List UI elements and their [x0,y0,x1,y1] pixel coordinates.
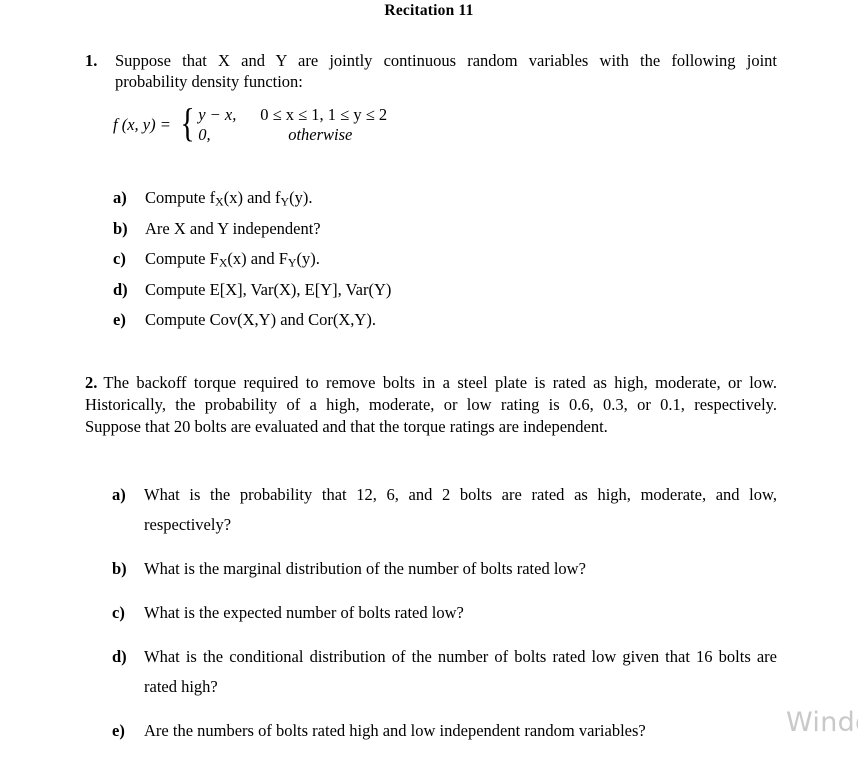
item-text-line: What is the marginal distribution of the… [144,559,586,578]
item-marker: e) [112,721,125,740]
item-subscript: Y [280,194,290,209]
list-item: b) What is the marginal distribution of … [112,554,777,584]
item-text-line: respectively? [144,515,232,534]
item-subscript: X [215,194,224,209]
list-item: e) Are the numbers of bolts rated high a… [112,716,777,746]
item-marker: e) [113,310,126,329]
formula-case-1: y − x, 0 ≤ x ≤ 1, 1 ≤ y ≤ 2 [198,105,387,125]
list-item: c) What is the expected number of bolts … [112,598,777,628]
item-marker: a) [113,188,127,207]
problem-2-paragraph-line-3: Suppose that 20 bolts are evaluated and … [85,417,608,436]
problem-2-paragraph-line-2: Historically, the probability of a high,… [85,395,777,414]
item-text-part: (x) and F [227,249,288,268]
page-title: Recitation 11 [384,2,474,19]
item-marker: c) [113,249,126,268]
item-marker: d) [113,279,128,299]
list-item: d) What is the conditional distribution … [112,642,777,702]
item-marker: d) [112,647,127,666]
item-text-line: What is the probability that 12, 6, and … [144,485,777,504]
list-item: d) Compute E[X], Var(X), E[Y], Var(Y) [113,279,793,300]
problem-1: 1. Suppose that X and Y are jointly cont… [85,50,777,92]
list-item: b) Are X and Y independent? [113,218,793,239]
problem-1-stem-line-1: Suppose that X and Y are jointly continu… [115,51,777,70]
windows-activation-watermark: Windows [786,707,858,738]
item-text-line: What is the conditional distribution of … [144,647,777,666]
problem-2-paragraph-text: The backoff torque required to remove bo… [103,373,777,392]
document-page: Recitation 11 1. Suppose that X and Y ar… [0,0,858,746]
joint-pdf-formula: f (x, y) = { y − x, 0 ≤ x ≤ 1, 1 ≤ y ≤ 2… [113,103,387,146]
item-text-line: Are the numbers of bolts rated high and … [144,721,646,740]
item-text: Are X and Y independent? [145,218,321,238]
problem-1-number: 1. [85,51,98,70]
problem-2-paragraph-line-1: 2. The backoff torque required to remove … [85,372,777,394]
item-text: Compute E[X], Var(X), E[Y], Var(Y) [145,279,392,299]
item-text: Compute Cov(X,Y) and Cor(X,Y). [145,310,376,329]
item-marker: c) [112,603,125,622]
problem-1-stem-line-2: probability density function: [115,72,303,91]
problem-2: 2. The backoff torque required to remove … [85,372,777,438]
item-marker: a) [112,485,126,504]
formula-case-1-expression: y − x, [198,104,237,124]
item-text-line: rated high? [144,677,218,696]
item-text-part: (x) and f [223,188,281,207]
item-text: Compute FX(x) and FY(y). [145,249,320,269]
formula-case-1-condition: 0 ≤ x ≤ 1, 1 ≤ y ≤ 2 [260,104,388,124]
formula-case-2-condition: otherwise [288,124,353,144]
list-item: c) Compute FX(x) and FY(y). [113,248,793,269]
list-item: e) Compute Cov(X,Y) and Cor(X,Y). [113,309,793,330]
problem-2-item-list: a) What is the probability that 12, 6, a… [112,480,777,760]
item-text-line: What is the expected number of bolts rat… [144,603,464,622]
item-marker: b) [112,559,127,578]
list-item: a) Compute fX(x) and fY(y). [113,187,793,208]
item-text-part: (y). [289,188,313,207]
item-text-part: Compute F [145,249,219,268]
item-text-part: Compute f [145,188,216,207]
formula-case-2: 0, otherwise [198,125,387,145]
list-item: a) What is the probability that 12, 6, a… [112,480,777,540]
problem-2-paragraph: 2. The backoff torque required to remove … [85,372,777,438]
item-marker: b) [113,218,128,238]
formula-cases: y − x, 0 ≤ x ≤ 1, 1 ≤ y ≤ 2 0, otherwise [198,105,387,145]
problem-1-item-list: a) Compute fX(x) and fY(y). b) Are X and… [113,187,793,340]
problem-2-number: 2. [85,373,98,392]
item-text-part: (y). [296,249,320,268]
left-brace-icon: { [180,100,195,145]
formula-label: f (x, y) = [113,114,175,134]
problem-1-stem: 1. Suppose that X and Y are jointly cont… [85,50,777,92]
formula-case-2-expression: 0, [198,124,211,144]
item-text: Compute fX(x) and fY(y). [145,188,313,209]
